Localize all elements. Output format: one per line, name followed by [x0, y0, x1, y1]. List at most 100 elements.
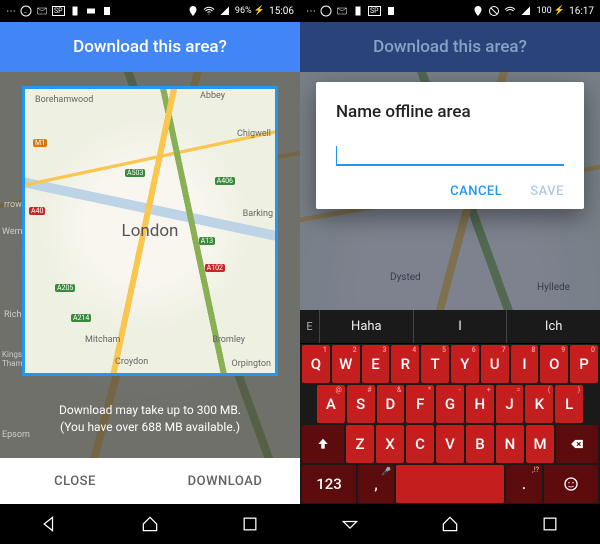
recent-icon[interactable] — [540, 514, 560, 534]
road-badge: M1 — [33, 139, 47, 147]
text-cursor — [336, 146, 337, 164]
key-z[interactable]: Z — [346, 425, 374, 463]
key-l[interactable]: L) — [555, 385, 583, 423]
nav-bar — [300, 504, 600, 544]
city-label: London — [122, 221, 179, 241]
key-p[interactable]: P0 — [570, 345, 598, 383]
suggestion[interactable]: Ich — [507, 310, 600, 343]
sd-icon — [101, 5, 113, 17]
suggestion[interactable]: E — [300, 310, 320, 343]
key-n[interactable]: N — [496, 425, 524, 463]
home-icon[interactable] — [140, 514, 160, 534]
map-content: rrow Wembley Richmond Kingston Thames Ep… — [0, 72, 300, 458]
key-f[interactable]: F* — [406, 385, 434, 423]
dialog-actions: CANCEL SAVE — [336, 184, 564, 199]
key-period[interactable]: .,!? — [506, 465, 542, 503]
name-dialog: Name offline area CANCEL SAVE — [316, 82, 584, 209]
shift-icon — [316, 437, 330, 451]
road-badge: A406 — [215, 177, 235, 185]
caption-line2: (You have over 688 MB available.) — [0, 419, 300, 436]
key-g[interactable]: G- — [436, 385, 464, 423]
name-input[interactable] — [336, 144, 564, 166]
map-label: rrow — [4, 200, 22, 210]
card-icon — [85, 5, 97, 17]
wifi-icon — [504, 5, 516, 17]
battery-text: 96% ⚡ — [235, 6, 265, 16]
sim-icon — [69, 5, 81, 17]
key-k[interactable]: K( — [525, 385, 553, 423]
key-t[interactable]: T5 — [421, 345, 449, 383]
cancel-button[interactable]: CANCEL — [450, 184, 502, 199]
keyboard: E Haha I Ich Q1W2E3R4T5Y6U7I8O9P0 A@S#D&… — [300, 310, 600, 504]
map-label: Bromley — [212, 335, 245, 345]
signal-icon — [520, 5, 532, 17]
road-badge: A102 — [205, 264, 225, 272]
back-icon[interactable] — [40, 514, 60, 534]
mail-icon — [36, 5, 48, 17]
backspace-icon — [568, 437, 586, 451]
phone-right: ⋯ SP 100 ⚡ 16:17 Download this area? Dys… — [300, 0, 600, 544]
key-r[interactable]: R4 — [391, 345, 419, 383]
whatsapp-icon — [320, 5, 332, 17]
map-label: Mitcham — [85, 335, 120, 345]
key-y[interactable]: Y6 — [451, 345, 479, 383]
map-label: Abbey — [200, 91, 225, 101]
sp-badge: SP — [52, 6, 65, 16]
button-row: CLOSE DOWNLOAD — [0, 458, 300, 504]
key-shift[interactable] — [302, 425, 344, 463]
key-s[interactable]: S# — [347, 385, 375, 423]
download-caption: Download may take up to 300 MB. (You hav… — [0, 402, 300, 436]
key-space[interactable] — [396, 465, 504, 503]
key-d[interactable]: D& — [377, 385, 405, 423]
map-label: Borehamwood — [35, 95, 93, 105]
back-down-icon[interactable] — [340, 514, 360, 534]
whatsapp-icon — [20, 5, 32, 17]
selection-box[interactable]: London Borehamwood Abbey Chigwell Barkin… — [22, 86, 278, 376]
phone-left: ⋯ SP 96% ⚡ 15:06 Download this area? rro… — [0, 0, 300, 544]
road-badge: A503 — [125, 169, 145, 177]
status-bar: ⋯ SP 100 ⚡ 16:17 — [300, 0, 600, 22]
key-q[interactable]: Q1 — [302, 345, 330, 383]
key-w[interactable]: W2 — [332, 345, 360, 383]
key-m[interactable]: M — [526, 425, 554, 463]
caption-line1: Download may take up to 300 MB. — [0, 402, 300, 419]
close-button[interactable]: CLOSE — [0, 458, 150, 504]
key-x[interactable]: X — [376, 425, 404, 463]
suggestion[interactable]: Haha — [320, 310, 414, 343]
key-numbers[interactable]: 123 — [302, 465, 356, 503]
road-badge: A40 — [29, 207, 45, 215]
wifi-icon — [203, 5, 215, 17]
key-h[interactable]: H+ — [466, 385, 494, 423]
suggestion-bar: E Haha I Ich — [300, 310, 600, 344]
sp-badge: SP — [368, 6, 381, 16]
key-backspace[interactable] — [556, 425, 598, 463]
key-v[interactable]: V — [436, 425, 464, 463]
key-e[interactable]: E3 — [362, 345, 390, 383]
suggestion[interactable]: I — [414, 310, 508, 343]
header-title: Download this area? — [300, 22, 600, 72]
ellipsis-icon: ⋯ — [6, 6, 16, 17]
key-j[interactable]: J= — [496, 385, 524, 423]
map-label: Barking — [243, 209, 273, 219]
map-label: Croydon — [115, 357, 148, 367]
home-icon[interactable] — [440, 514, 460, 534]
location-icon — [187, 5, 199, 17]
map-label: Orpington — [232, 359, 271, 369]
save-button[interactable]: SAVE — [530, 184, 564, 199]
key-enter[interactable] — [544, 465, 598, 503]
recent-icon[interactable] — [240, 514, 260, 534]
key-u[interactable]: U7 — [481, 345, 509, 383]
key-o[interactable]: O9 — [540, 345, 568, 383]
key-c[interactable]: C — [406, 425, 434, 463]
sd-icon — [385, 5, 397, 17]
key-a[interactable]: A@ — [317, 385, 345, 423]
key-comma[interactable]: ,🎤 — [358, 465, 394, 503]
mail-icon — [336, 5, 348, 17]
signal-icon — [219, 5, 231, 17]
ellipsis-icon: ⋯ — [306, 6, 316, 17]
road-badge: A214 — [71, 314, 91, 322]
map-label: Chigwell — [237, 129, 271, 139]
download-button[interactable]: DOWNLOAD — [150, 458, 300, 504]
key-i[interactable]: I8 — [511, 345, 539, 383]
key-b[interactable]: B — [466, 425, 494, 463]
